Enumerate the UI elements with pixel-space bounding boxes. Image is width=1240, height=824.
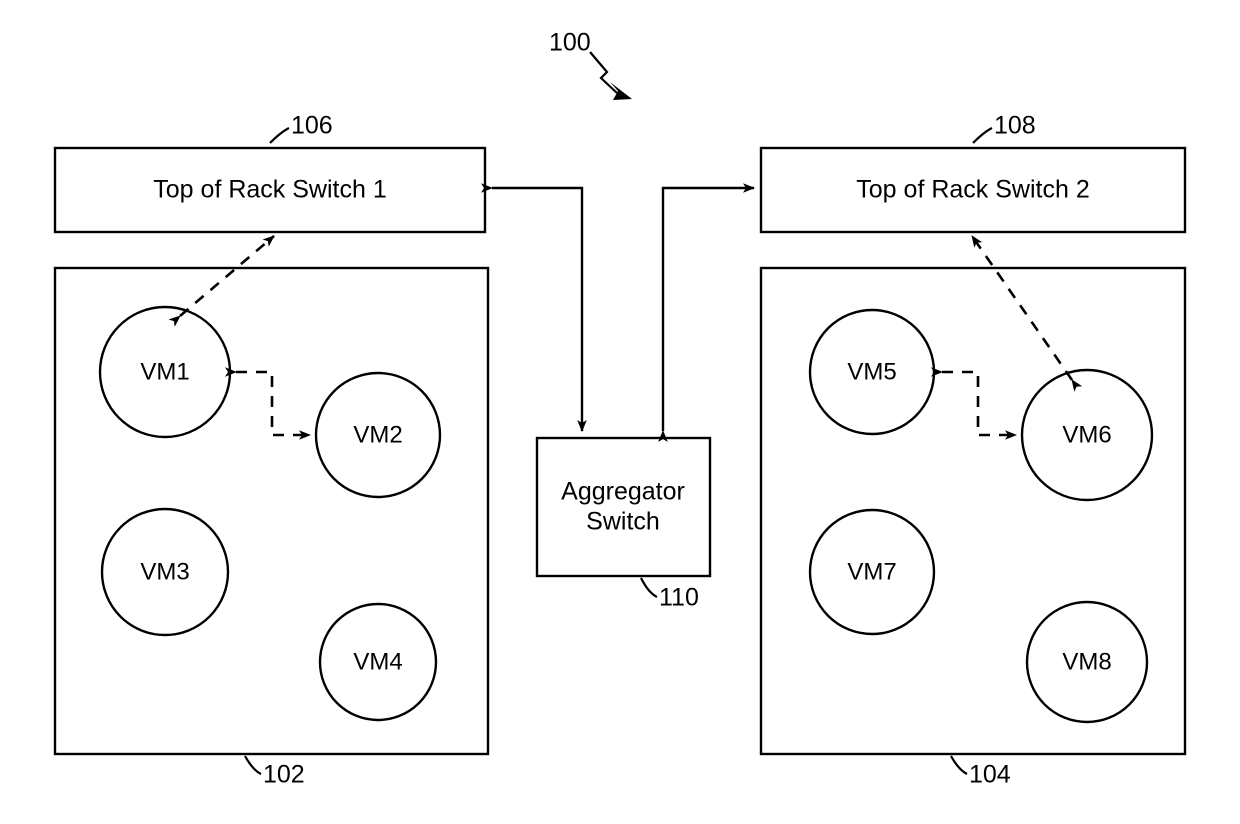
vm4-label: VM4: [353, 648, 402, 675]
figure-reference-leader: [589, 51, 618, 94]
vm-node-vm4[interactable]: VM4: [318, 602, 438, 722]
vm8-label: VM8: [1062, 648, 1111, 675]
tor-switch-2-reference-label: 108: [994, 112, 1036, 140]
tor-switch-2-reference-108: 108: [972, 112, 1036, 144]
tor-switch-1-label: Top of Rack Switch 1: [153, 176, 386, 204]
vm2-label: VM2: [353, 421, 402, 448]
vm6-label: VM6: [1062, 421, 1111, 448]
tor-switch-1-reference-label: 106: [291, 112, 333, 140]
tor-switch-2[interactable]: Top of Rack Switch 2: [759, 146, 1187, 234]
aggregator-switch-leader: [640, 577, 658, 598]
vm-node-vm3[interactable]: VM3: [100, 507, 230, 637]
patent-figure: 100 Top of Rack Switch 1 106 Top of Rack…: [0, 0, 1240, 824]
rack-right-reference-104: 104: [950, 755, 1011, 789]
vm-node-vm7[interactable]: VM7: [808, 508, 936, 636]
tor-switch-2-label: Top of Rack Switch 2: [856, 176, 1089, 204]
vm-node-vm8[interactable]: VM8: [1025, 600, 1149, 724]
rack-right-leader: [950, 755, 968, 775]
tor-switch-1[interactable]: Top of Rack Switch 1: [53, 146, 487, 234]
tor-switch-2-leader: [972, 127, 993, 144]
aggregator-switch-reference-label: 110: [659, 584, 699, 612]
aggregator-switch-label-line2: Switch: [586, 508, 660, 536]
figure-reference-label: 100: [549, 29, 591, 57]
aggregator-switch-label-line1: Aggregator: [561, 478, 685, 506]
aggregator-switch-reference-110: 110: [640, 577, 699, 612]
vm3-label: VM3: [140, 558, 189, 585]
vm5-label: VM5: [847, 358, 896, 385]
link-switch1-aggregator: [481, 183, 587, 432]
link-aggregator-switch2: [658, 183, 755, 442]
vm-node-vm1[interactable]: VM1: [98, 305, 232, 439]
rack-right-reference-label: 104: [969, 761, 1011, 789]
vm7-label: VM7: [847, 558, 896, 585]
aggregator-switch[interactable]: Aggregator Switch: [535, 436, 712, 578]
rack-left-reference-102: 102: [244, 755, 305, 789]
vm-node-vm5[interactable]: VM5: [808, 308, 936, 436]
network-topology-diagram: 100 Top of Rack Switch 1 106 Top of Rack…: [53, 29, 1187, 789]
vm1-label: VM1: [140, 358, 189, 385]
vm-node-vm6[interactable]: VM6: [1020, 368, 1154, 502]
vm-node-vm2[interactable]: VM2: [314, 371, 442, 499]
rack-left-reference-label: 102: [263, 761, 305, 789]
tor-switch-1-reference-106: 106: [269, 112, 333, 144]
figure-reference-100: 100: [549, 29, 632, 100]
tor-switch-1-leader: [269, 127, 290, 144]
rack-left-leader: [244, 755, 262, 775]
